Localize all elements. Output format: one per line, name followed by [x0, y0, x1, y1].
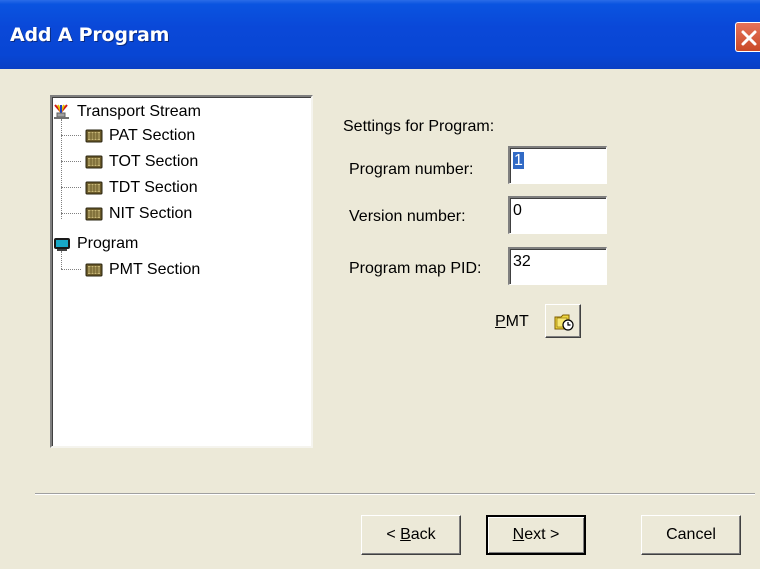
close-icon — [741, 30, 757, 46]
tree-item-pmt-section[interactable]: PMT Section — [85, 259, 200, 281]
program-number-value: 1 — [513, 152, 524, 169]
section-icon — [85, 155, 103, 169]
pmt-label: PMT — [495, 313, 529, 331]
window-title: Add A Program — [10, 24, 170, 46]
tree-connector — [61, 187, 81, 188]
tree-item-label: PMT Section — [109, 261, 201, 278]
back-button-prefix: < — [386, 526, 401, 543]
settings-heading: Settings for Program: — [343, 118, 495, 135]
tree-item-pat-section[interactable]: PAT Section — [85, 125, 195, 147]
next-button[interactable]: Next > — [486, 515, 586, 555]
program-number-field[interactable]: 1 — [508, 146, 607, 184]
cancel-button[interactable]: Cancel — [641, 515, 741, 555]
section-icon — [85, 207, 103, 221]
version-number-value: 0 — [513, 202, 522, 219]
section-tree[interactable]: Transport Stream PAT Section TOT Section… — [50, 95, 313, 448]
next-button-mnemonic: N — [512, 526, 525, 543]
tree-connector — [61, 161, 81, 162]
section-icon — [85, 129, 103, 143]
tree-item-label: TDT Section — [109, 179, 198, 196]
section-icon — [85, 263, 103, 277]
tree-item-tdt-section[interactable]: TDT Section — [85, 177, 198, 199]
transport-stream-icon — [54, 104, 69, 119]
program-map-pid-value: 32 — [513, 253, 531, 270]
pmt-label-text: MT — [505, 313, 529, 330]
folder-clock-icon — [554, 314, 574, 331]
tree-item-label: TOT Section — [109, 153, 199, 170]
version-number-field[interactable]: 0 — [508, 196, 607, 234]
tree-item-label: PAT Section — [109, 127, 196, 144]
back-button[interactable]: < Back — [361, 515, 461, 555]
tree-item-tot-section[interactable]: TOT Section — [85, 151, 198, 173]
tree-item-nit-section[interactable]: NIT Section — [85, 203, 192, 225]
tree-connector — [61, 119, 62, 219]
back-button-mnemonic: B — [400, 526, 411, 543]
tree-item-transport-stream[interactable]: Transport Stream — [53, 101, 201, 123]
version-number-label: Version number: — [349, 208, 466, 225]
tree-item-program[interactable]: Program — [53, 233, 138, 255]
tree-item-label: Program — [77, 235, 139, 252]
program-map-pid-label: Program map PID: — [349, 260, 482, 277]
program-map-pid-field[interactable]: 32 — [508, 247, 607, 285]
section-icon — [85, 181, 103, 195]
tree-connector — [61, 269, 81, 270]
pmt-open-button[interactable] — [545, 304, 581, 338]
title-bar[interactable]: Add A Program — [0, 0, 760, 69]
pmt-label-mnemonic: P — [495, 313, 506, 330]
tree-item-label: Transport Stream — [77, 103, 201, 120]
footer-separator — [35, 493, 755, 495]
tree-connector — [61, 213, 81, 214]
program-number-label: Program number: — [349, 161, 474, 178]
tree-connector — [61, 135, 81, 136]
close-button[interactable] — [735, 22, 760, 52]
back-button-text: ack — [410, 526, 436, 543]
tree-item-label: NIT Section — [109, 205, 193, 222]
program-icon — [54, 238, 70, 251]
next-button-text: ext > — [524, 526, 560, 543]
